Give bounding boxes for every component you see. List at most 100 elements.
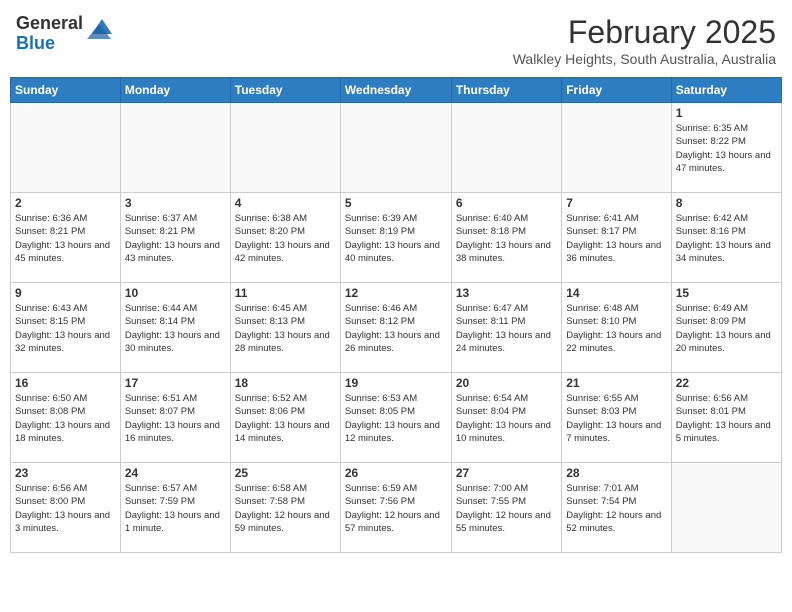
calendar-week-row: 2 Sunrise: 6:36 AM Sunset: 8:21 PM Daylig… <box>11 193 782 283</box>
day-number: 9 <box>15 286 116 300</box>
day-info: Sunrise: 6:48 AM Sunset: 8:10 PM Dayligh… <box>566 302 666 355</box>
calendar-day-cell: 17 Sunrise: 6:51 AM Sunset: 8:07 PM Dayli… <box>120 373 230 463</box>
day-number: 5 <box>345 196 447 210</box>
day-info: Sunrise: 6:47 AM Sunset: 8:11 PM Dayligh… <box>456 302 557 355</box>
day-info: Sunrise: 6:40 AM Sunset: 8:18 PM Dayligh… <box>456 212 557 265</box>
calendar-day-cell: 4 Sunrise: 6:38 AM Sunset: 8:20 PM Daylig… <box>230 193 340 283</box>
day-number: 21 <box>566 376 666 390</box>
day-info: Sunrise: 6:51 AM Sunset: 8:07 PM Dayligh… <box>125 392 226 445</box>
weekday-header: Sunday <box>11 78 121 103</box>
day-info: Sunrise: 6:57 AM Sunset: 7:59 PM Dayligh… <box>125 482 226 535</box>
day-info: Sunrise: 6:52 AM Sunset: 8:06 PM Dayligh… <box>235 392 336 445</box>
calendar-day-cell: 2 Sunrise: 6:36 AM Sunset: 8:21 PM Daylig… <box>11 193 121 283</box>
calendar-day-cell <box>671 463 781 553</box>
day-info: Sunrise: 6:59 AM Sunset: 7:56 PM Dayligh… <box>345 482 447 535</box>
day-number: 8 <box>676 196 777 210</box>
day-info: Sunrise: 6:58 AM Sunset: 7:58 PM Dayligh… <box>235 482 336 535</box>
day-number: 25 <box>235 466 336 480</box>
weekday-header-row: SundayMondayTuesdayWednesdayThursdayFrid… <box>11 78 782 103</box>
page-header: General Blue February 2025 Walkley Heigh… <box>10 10 782 71</box>
logo-general-text: General <box>16 14 83 34</box>
day-info: Sunrise: 6:42 AM Sunset: 8:16 PM Dayligh… <box>676 212 777 265</box>
calendar-day-cell: 19 Sunrise: 6:53 AM Sunset: 8:05 PM Dayli… <box>340 373 451 463</box>
calendar-day-cell: 7 Sunrise: 6:41 AM Sunset: 8:17 PM Daylig… <box>562 193 671 283</box>
day-number: 10 <box>125 286 226 300</box>
calendar-week-row: 1 Sunrise: 6:35 AM Sunset: 8:22 PM Daylig… <box>11 103 782 193</box>
calendar-day-cell: 11 Sunrise: 6:45 AM Sunset: 8:13 PM Dayli… <box>230 283 340 373</box>
day-number: 18 <box>235 376 336 390</box>
calendar-day-cell <box>451 103 561 193</box>
day-info: Sunrise: 6:39 AM Sunset: 8:19 PM Dayligh… <box>345 212 447 265</box>
calendar-day-cell: 27 Sunrise: 7:00 AM Sunset: 7:55 PM Dayli… <box>451 463 561 553</box>
calendar-table: SundayMondayTuesdayWednesdayThursdayFrid… <box>10 77 782 553</box>
calendar-day-cell: 15Sunrise: 6:49 AM Sunset: 8:09 PM Dayli… <box>671 283 781 373</box>
day-number: 2 <box>15 196 116 210</box>
calendar-day-cell: 21 Sunrise: 6:55 AM Sunset: 8:03 PM Dayli… <box>562 373 671 463</box>
day-info: Sunrise: 6:43 AM Sunset: 8:15 PM Dayligh… <box>15 302 116 355</box>
calendar-day-cell: 5 Sunrise: 6:39 AM Sunset: 8:19 PM Daylig… <box>340 193 451 283</box>
calendar-day-cell: 12Sunrise: 6:46 AM Sunset: 8:12 PM Dayli… <box>340 283 451 373</box>
day-info: Sunrise: 6:38 AM Sunset: 8:20 PM Dayligh… <box>235 212 336 265</box>
location-subtitle: Walkley Heights, South Australia, Austra… <box>513 51 776 67</box>
day-info: Sunrise: 6:55 AM Sunset: 8:03 PM Dayligh… <box>566 392 666 445</box>
logo-icon <box>87 14 117 44</box>
day-number: 19 <box>345 376 447 390</box>
calendar-day-cell: 18 Sunrise: 6:52 AM Sunset: 8:06 PM Dayli… <box>230 373 340 463</box>
day-number: 3 <box>125 196 226 210</box>
weekday-header: Saturday <box>671 78 781 103</box>
weekday-header: Monday <box>120 78 230 103</box>
calendar-day-cell: 3 Sunrise: 6:37 AM Sunset: 8:21 PM Daylig… <box>120 193 230 283</box>
calendar-week-row: 16 Sunrise: 6:50 AM Sunset: 8:08 PM Dayli… <box>11 373 782 463</box>
calendar-day-cell: 6 Sunrise: 6:40 AM Sunset: 8:18 PM Daylig… <box>451 193 561 283</box>
calendar-day-cell: 28 Sunrise: 7:01 AM Sunset: 7:54 PM Dayli… <box>562 463 671 553</box>
day-number: 11 <box>235 286 336 300</box>
calendar-day-cell: 16 Sunrise: 6:50 AM Sunset: 8:08 PM Dayli… <box>11 373 121 463</box>
day-number: 1 <box>676 106 777 120</box>
day-number: 20 <box>456 376 557 390</box>
title-area: February 2025 Walkley Heights, South Aus… <box>513 14 776 67</box>
day-info: Sunrise: 6:50 AM Sunset: 8:08 PM Dayligh… <box>15 392 116 445</box>
calendar-day-cell: 8 Sunrise: 6:42 AM Sunset: 8:16 PM Daylig… <box>671 193 781 283</box>
calendar-week-row: 23Sunrise: 6:56 AM Sunset: 8:00 PM Dayli… <box>11 463 782 553</box>
day-info: Sunrise: 6:45 AM Sunset: 8:13 PM Dayligh… <box>235 302 336 355</box>
calendar-day-cell <box>120 103 230 193</box>
logo: General Blue <box>16 14 117 54</box>
day-info: Sunrise: 7:01 AM Sunset: 7:54 PM Dayligh… <box>566 482 666 535</box>
day-info: Sunrise: 6:35 AM Sunset: 8:22 PM Dayligh… <box>676 122 777 175</box>
day-info: Sunrise: 6:56 AM Sunset: 8:00 PM Dayligh… <box>15 482 116 535</box>
calendar-day-cell <box>562 103 671 193</box>
logo-blue-text: Blue <box>16 34 83 54</box>
day-info: Sunrise: 6:44 AM Sunset: 8:14 PM Dayligh… <box>125 302 226 355</box>
weekday-header: Tuesday <box>230 78 340 103</box>
calendar-day-cell: 1 Sunrise: 6:35 AM Sunset: 8:22 PM Daylig… <box>671 103 781 193</box>
day-number: 4 <box>235 196 336 210</box>
day-number: 16 <box>15 376 116 390</box>
day-number: 6 <box>456 196 557 210</box>
day-info: Sunrise: 6:41 AM Sunset: 8:17 PM Dayligh… <box>566 212 666 265</box>
day-info: Sunrise: 6:54 AM Sunset: 8:04 PM Dayligh… <box>456 392 557 445</box>
calendar-day-cell: 10 Sunrise: 6:44 AM Sunset: 8:14 PM Dayli… <box>120 283 230 373</box>
day-number: 7 <box>566 196 666 210</box>
calendar-day-cell <box>11 103 121 193</box>
calendar-day-cell <box>340 103 451 193</box>
day-info: Sunrise: 6:37 AM Sunset: 8:21 PM Dayligh… <box>125 212 226 265</box>
day-number: 24 <box>125 466 226 480</box>
weekday-header: Friday <box>562 78 671 103</box>
calendar-day-cell: 20 Sunrise: 6:54 AM Sunset: 8:04 PM Dayli… <box>451 373 561 463</box>
day-number: 28 <box>566 466 666 480</box>
day-number: 27 <box>456 466 557 480</box>
calendar-day-cell: 25 Sunrise: 6:58 AM Sunset: 7:58 PM Dayli… <box>230 463 340 553</box>
day-number: 22 <box>676 376 777 390</box>
day-info: Sunrise: 6:36 AM Sunset: 8:21 PM Dayligh… <box>15 212 116 265</box>
day-info: Sunrise: 6:56 AM Sunset: 8:01 PM Dayligh… <box>676 392 777 445</box>
day-info: Sunrise: 6:46 AM Sunset: 8:12 PM Dayligh… <box>345 302 447 355</box>
day-info: Sunrise: 6:49 AM Sunset: 8:09 PM Dayligh… <box>676 302 777 355</box>
day-info: Sunrise: 6:53 AM Sunset: 8:05 PM Dayligh… <box>345 392 447 445</box>
weekday-header: Wednesday <box>340 78 451 103</box>
weekday-header: Thursday <box>451 78 561 103</box>
calendar-week-row: 9 Sunrise: 6:43 AM Sunset: 8:15 PM Daylig… <box>11 283 782 373</box>
day-info: Sunrise: 7:00 AM Sunset: 7:55 PM Dayligh… <box>456 482 557 535</box>
calendar-day-cell: 13Sunrise: 6:47 AM Sunset: 8:11 PM Dayli… <box>451 283 561 373</box>
day-number: 17 <box>125 376 226 390</box>
calendar-day-cell: 24 Sunrise: 6:57 AM Sunset: 7:59 PM Dayli… <box>120 463 230 553</box>
